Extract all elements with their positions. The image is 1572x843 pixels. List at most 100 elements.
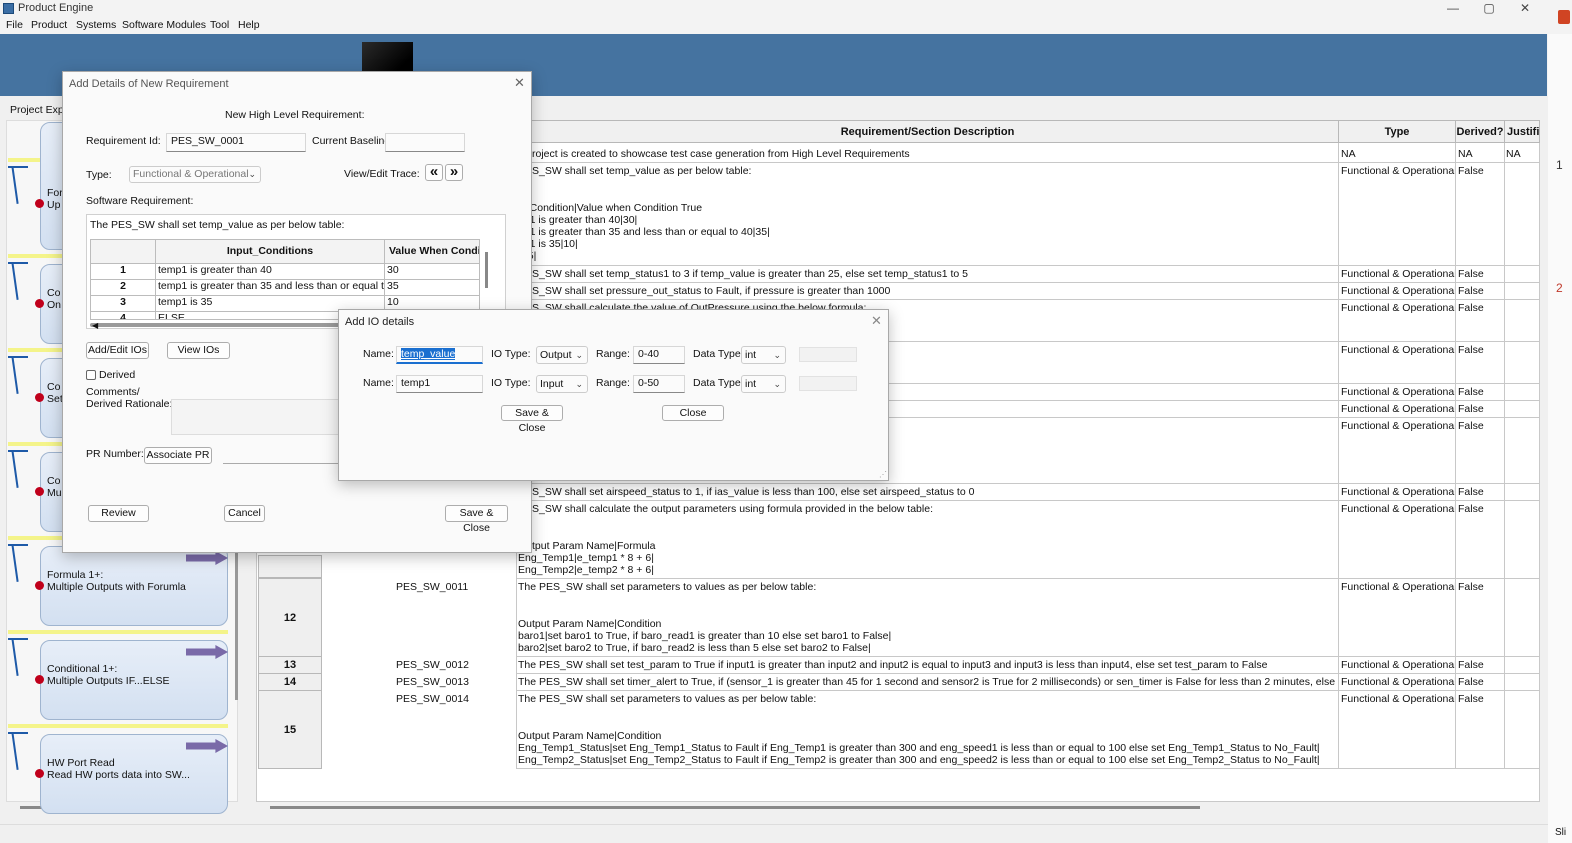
close-icon[interactable]: ✕ — [514, 75, 525, 91]
row-req-id[interactable]: PES_SW_0013 — [396, 676, 469, 688]
add-edit-ios-button[interactable]: Add/Edit IOs — [86, 342, 149, 359]
row-type[interactable]: Functional & Operational — [1341, 693, 1457, 705]
row-description[interactable]: s project is created to showcase test ca… — [518, 148, 1336, 160]
project-explorer-tab[interactable]: Project Expl — [10, 104, 66, 116]
maximize-button[interactable]: ▢ — [1472, 0, 1506, 17]
row-derived[interactable]: False — [1458, 503, 1484, 515]
row-description[interactable]: PES_SW shall set temp_value as per below… — [518, 165, 1336, 263]
row-type[interactable]: Functional & Operational — [1341, 676, 1457, 688]
table-hscroll[interactable] — [270, 806, 1200, 809]
io-close-button[interactable]: Close — [662, 405, 724, 421]
io-name-input[interactable]: temp1 — [396, 375, 483, 393]
row-type[interactable]: Functional & Operational — [1341, 503, 1457, 515]
close-window-button[interactable]: ✕ — [1508, 0, 1542, 17]
row-req-id[interactable]: PES_SW_0011 — [396, 581, 468, 593]
row-derived[interactable]: False — [1458, 403, 1484, 415]
row-type[interactable]: Functional & Operational — [1341, 659, 1457, 671]
row-req-id[interactable]: PES_SW_0014 — [396, 693, 469, 705]
powerpoint-icon[interactable] — [1558, 10, 1570, 24]
derived-checkbox[interactable] — [86, 370, 96, 380]
baseline-field[interactable] — [385, 133, 465, 152]
row-description[interactable]: The PES_SW shall set parameters to value… — [518, 581, 1336, 654]
menu-file[interactable]: File — [6, 19, 23, 31]
inner-row-number[interactable]: 3 — [90, 295, 156, 312]
row-derived[interactable]: False — [1458, 268, 1484, 280]
minimize-button[interactable]: — — [1436, 0, 1470, 17]
inner-hscroll[interactable] — [90, 323, 340, 327]
row-derived[interactable]: False — [1458, 165, 1484, 177]
row-description[interactable]: The PES_SW shall set test_param to True … — [518, 659, 1336, 671]
row-description[interactable]: PES_SW shall set pressure_out_status to … — [518, 285, 1336, 297]
io-type-select[interactable]: Input ⌄ — [536, 375, 588, 393]
row-type[interactable]: Functional & Operational — [1341, 302, 1457, 314]
inner-row-condition[interactable]: temp1 is greater than 35 and less than o… — [155, 279, 385, 296]
io-type-select[interactable]: Output ⌄ — [536, 346, 588, 364]
scroll-left-icon[interactable]: ◀ — [92, 321, 98, 330]
row-type[interactable]: Functional & Operational — [1341, 403, 1457, 415]
req-id-field[interactable]: PES_SW_0001 — [166, 133, 306, 152]
col-header-type[interactable]: Type — [1338, 120, 1456, 143]
save-close-button[interactable]: Save & Close — [445, 505, 508, 534]
row-type[interactable]: NA — [1341, 148, 1356, 160]
col-header-justification[interactable]: Justific — [1504, 120, 1540, 143]
io-close-icon[interactable]: ✕ — [871, 313, 882, 329]
row-type[interactable]: Functional & Operational — [1341, 285, 1457, 297]
io-range-input[interactable]: 0-50 — [633, 375, 685, 393]
trace-prev-button[interactable]: « — [425, 164, 443, 181]
inner-col-value[interactable]: Value When Conditio — [384, 239, 480, 264]
row-number[interactable] — [258, 555, 322, 578]
row-req-id[interactable]: PES_SW_0012 — [396, 659, 469, 671]
row-description[interactable]: The PES_SW shall set parameters to value… — [518, 693, 1336, 766]
row-number[interactable]: 15 — [258, 690, 322, 769]
resize-grip-icon[interactable]: ⋰ — [879, 470, 887, 479]
menu-systems[interactable]: Systems — [76, 19, 116, 31]
menu-software-modules[interactable]: Software Modules — [122, 19, 206, 31]
row-derived[interactable]: False — [1458, 693, 1484, 705]
io-save-close-button[interactable]: Save & Close — [501, 405, 563, 434]
row-derived[interactable]: False — [1458, 581, 1484, 593]
row-description[interactable]: PES_SW shall set temp_status1 to 3 if te… — [518, 268, 1336, 280]
inner-row-value[interactable]: 35 — [384, 279, 480, 296]
row-number[interactable]: 13 — [258, 656, 322, 674]
row-type[interactable]: Functional & Operational — [1341, 268, 1457, 280]
menu-help[interactable]: Help — [238, 19, 260, 31]
view-ios-button[interactable]: View IOs — [167, 342, 230, 359]
row-type[interactable]: Functional & Operational — [1341, 486, 1457, 498]
cancel-button[interactable]: Cancel — [224, 505, 265, 522]
io-dtype-select[interactable]: int ⌄ — [741, 375, 786, 393]
rationale-field[interactable] — [171, 399, 341, 435]
io-dtype-select[interactable]: int ⌄ — [741, 346, 786, 364]
row-derived[interactable]: False — [1458, 676, 1484, 688]
inner-row-number[interactable]: 2 — [90, 279, 156, 296]
row-description[interactable]: The PES_SW shall set timer_alert to True… — [518, 676, 1336, 688]
inner-row-number[interactable]: 1 — [90, 263, 156, 280]
review-button[interactable]: Review — [88, 505, 149, 522]
row-derived[interactable]: False — [1458, 486, 1484, 498]
pr-number-field[interactable] — [223, 450, 341, 464]
col-header-derived[interactable]: Derived? — [1455, 120, 1505, 143]
associate-pr-button[interactable]: Associate PR — [144, 447, 212, 464]
row-derived[interactable]: False — [1458, 285, 1484, 297]
row-derived[interactable]: False — [1458, 659, 1484, 671]
row-derived[interactable]: NA — [1458, 148, 1473, 160]
row-derived[interactable]: False — [1458, 420, 1484, 432]
type-select[interactable]: Functional & Operational ⌄ — [129, 166, 261, 183]
menu-tool[interactable]: Tool — [210, 19, 229, 31]
row-type[interactable]: Functional & Operational — [1341, 344, 1457, 356]
trace-next-button[interactable]: » — [445, 164, 463, 181]
row-number[interactable]: 14 — [258, 673, 322, 691]
row-type[interactable]: Functional & Operational — [1341, 420, 1457, 432]
inner-row-number[interactable]: 4 — [90, 311, 156, 320]
inner-row-condition[interactable]: temp1 is greater than 40 — [155, 263, 385, 280]
row-number[interactable]: 12 — [258, 578, 322, 657]
row-derived[interactable]: False — [1458, 302, 1484, 314]
io-range-input[interactable]: 0-40 — [633, 346, 685, 364]
row-type[interactable]: Functional & Operational — [1341, 581, 1457, 593]
row-type[interactable]: Functional & Operational — [1341, 386, 1457, 398]
row-derived[interactable]: False — [1458, 386, 1484, 398]
row-type[interactable]: Functional & Operational — [1341, 165, 1457, 177]
row-description[interactable]: PES_SW shall set airspeed_status to 1, i… — [518, 486, 1336, 498]
row-description[interactable]: PES_SW shall calculate the output parame… — [518, 503, 1336, 576]
menu-product[interactable]: Product — [31, 19, 67, 31]
inner-col-conditions[interactable]: Input_Conditions — [155, 239, 385, 264]
